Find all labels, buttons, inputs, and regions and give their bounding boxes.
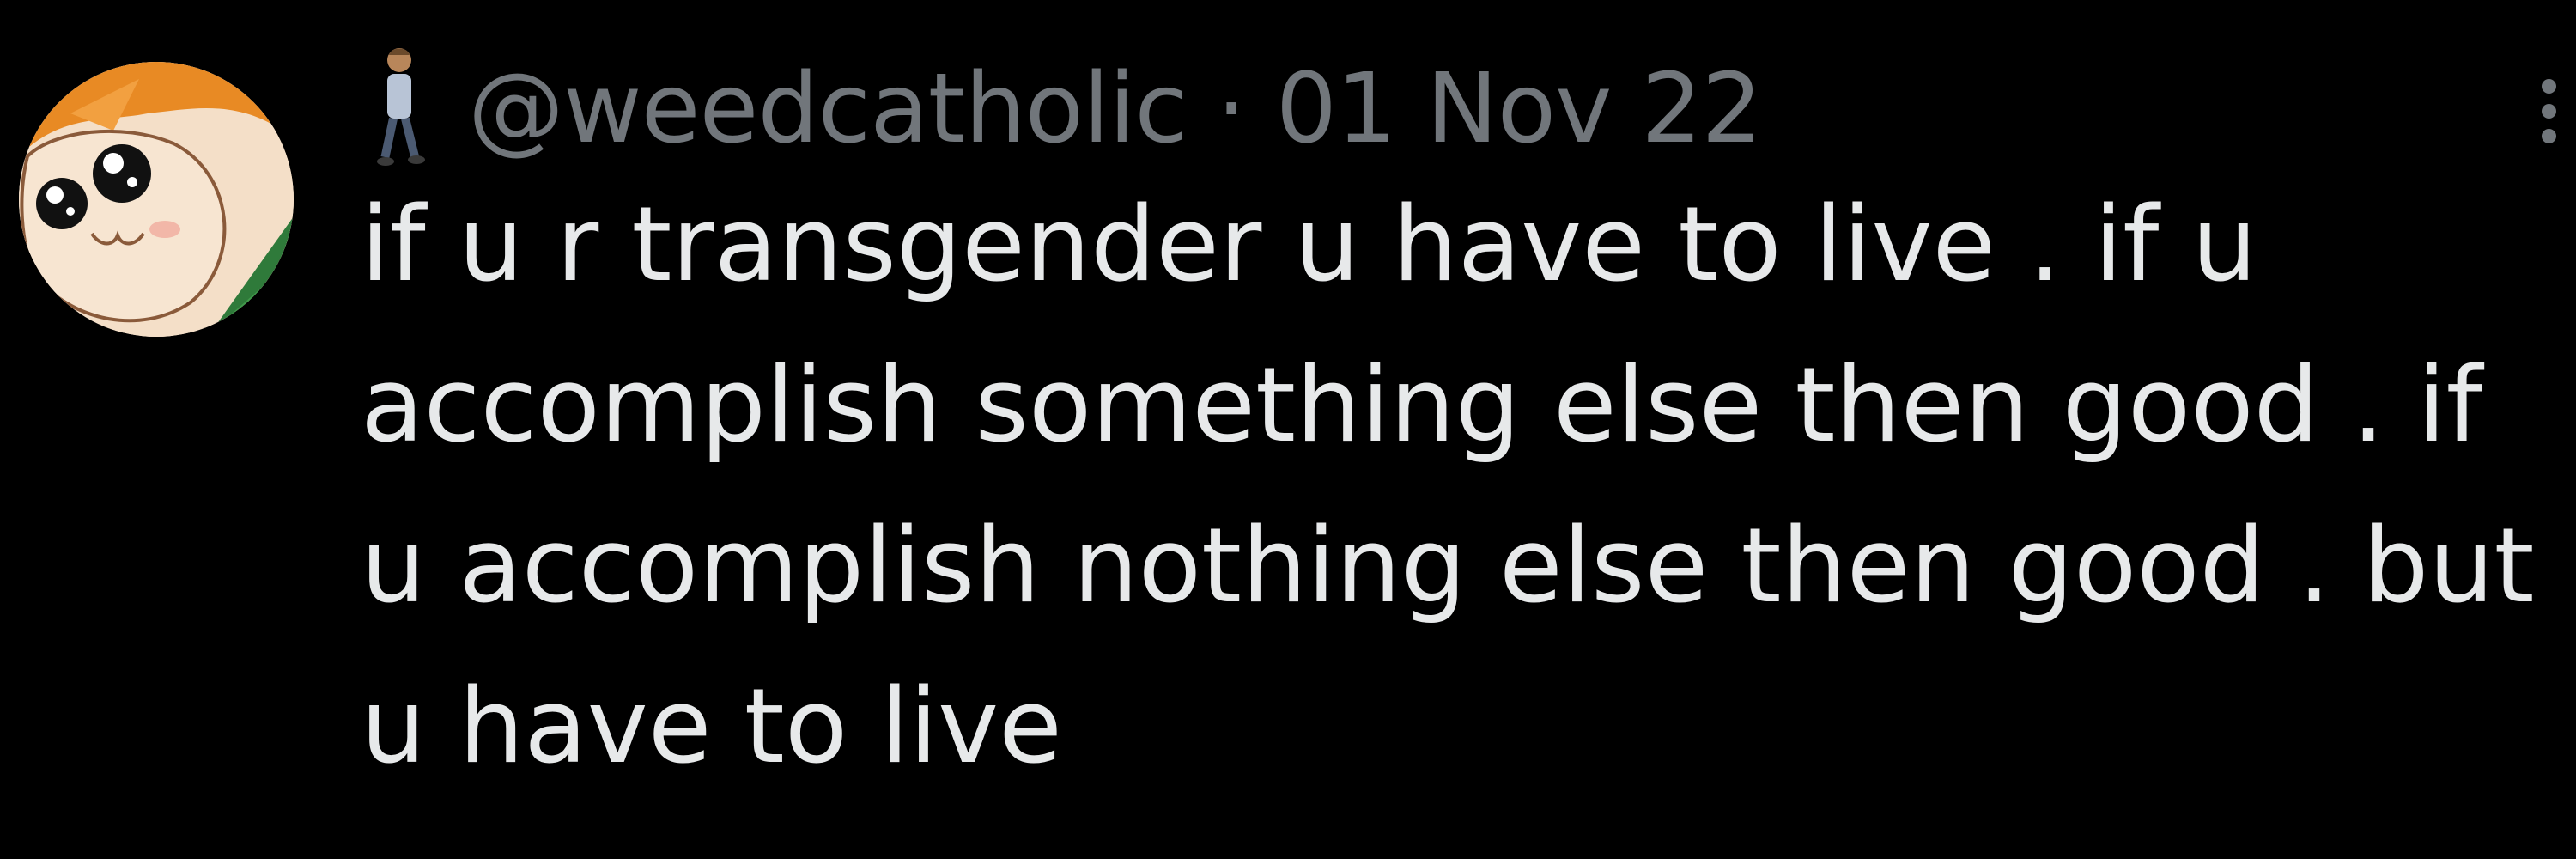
tweet-meta[interactable]: @weedcatholic · 01 Nov 22 [468, 45, 1763, 174]
tweet-text: if u r transgender u have to live . if u… [361, 165, 2576, 807]
tweet-text-line: u accomplish nothing else then good . bu… [361, 507, 2535, 626]
tweet-text-line: u have to live [361, 667, 1062, 787]
tweet-header: @weedcatholic · 01 Nov 22 [356, 45, 1763, 174]
tweet[interactable]: @weedcatholic · 01 Nov 22 if u r transge… [0, 0, 2576, 859]
cartoon-hamster-avatar-icon [19, 62, 294, 337]
tweet-text-line: if u r transgender u have to live . if u [361, 186, 2257, 305]
avatar[interactable] [19, 62, 294, 337]
person-walking-icon [377, 48, 425, 166]
tweet-text-line: accomplish something else then good . if [361, 346, 2482, 466]
more-options-icon[interactable] [2531, 79, 2566, 156]
